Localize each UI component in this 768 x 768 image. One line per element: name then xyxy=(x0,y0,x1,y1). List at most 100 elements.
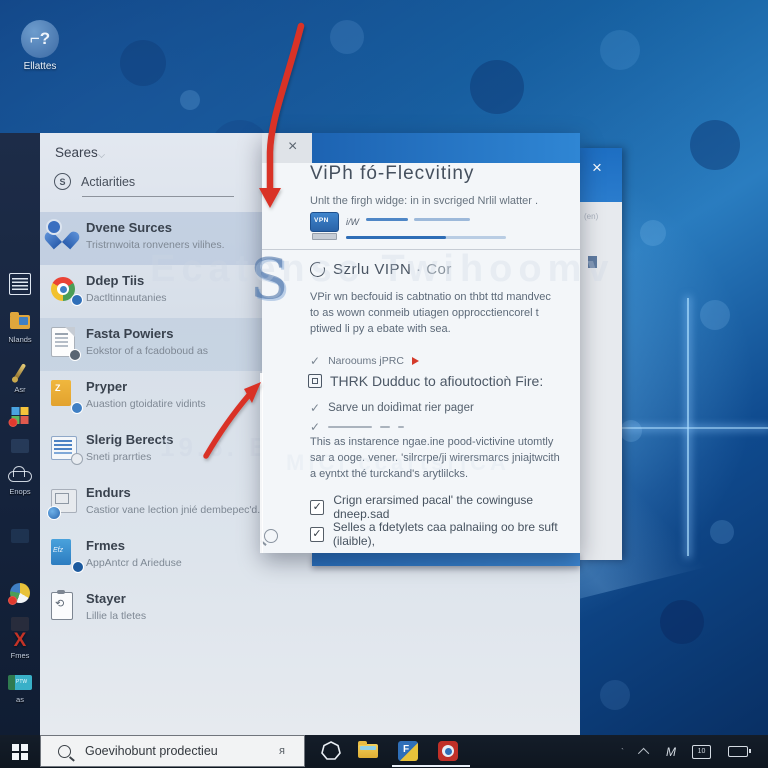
faint-dash xyxy=(398,426,404,428)
faint-dash xyxy=(380,426,390,428)
badge-icon xyxy=(72,561,84,573)
vpn-dash xyxy=(414,218,470,221)
notification-badge xyxy=(8,596,17,605)
background-window: × (en) xyxy=(580,148,622,560)
bokeh-particle xyxy=(120,40,166,86)
check-row: ✓ Narooums jPRC xyxy=(310,354,419,368)
strip-label-nlands: Nlands xyxy=(0,335,40,344)
checkbox-checked-icon[interactable]: ✓ xyxy=(310,500,324,515)
list-item-subtitle: Dactltinnautanies xyxy=(86,292,167,304)
left-icon-strip: Nlands Asr Enops X Fmes as xyxy=(0,133,40,735)
red-x-icon[interactable]: X xyxy=(14,631,27,650)
badge-icon xyxy=(71,453,83,465)
strip-label-enops: Enops xyxy=(0,487,40,496)
vpn-monitor-base-icon xyxy=(312,233,337,240)
keyboard-indicator-icon[interactable]: 10 xyxy=(692,745,711,759)
cortana-ring-icon[interactable] xyxy=(320,740,342,762)
system-tray: ` M 10 xyxy=(621,735,748,768)
start-button[interactable] xyxy=(0,735,40,768)
vpn-label: i/W xyxy=(346,217,359,227)
list-item-title: Stayer xyxy=(86,591,126,606)
list-item-title: Pryper xyxy=(86,379,127,394)
search-input[interactable] xyxy=(83,743,277,759)
activities-row[interactable]: S Actiarities xyxy=(54,173,135,190)
search-icon[interactable] xyxy=(264,529,278,543)
cloud-icon[interactable] xyxy=(8,471,32,482)
list-lines-icon xyxy=(51,433,81,465)
bokeh-particle xyxy=(640,220,666,246)
media-card-icon[interactable] xyxy=(8,675,32,690)
dialog-edge-highlight xyxy=(260,373,263,553)
browser-circle-icon[interactable] xyxy=(10,583,30,603)
list-item-title: Slerig Berects xyxy=(86,432,173,447)
panel-title: Seares xyxy=(55,145,98,160)
tray-tick-icon[interactable]: ` xyxy=(621,747,624,757)
faint-app-icon[interactable] xyxy=(11,529,29,543)
folder-icon[interactable] xyxy=(10,315,30,329)
network-icon[interactable]: M xyxy=(666,745,675,759)
list-item-title: Dvene Surces xyxy=(86,220,172,235)
shield-badge-icon xyxy=(71,294,83,306)
faint-app-icon[interactable] xyxy=(11,617,29,631)
brush-icon[interactable] xyxy=(18,363,22,380)
chevron-down-icon[interactable] xyxy=(98,151,105,158)
bokeh-particle xyxy=(470,60,524,114)
bokeh-particle xyxy=(600,30,640,70)
browser-app-icon[interactable] xyxy=(438,741,460,763)
chrome-icon xyxy=(51,274,81,306)
dialog-titlebar-left xyxy=(262,133,312,163)
decorative-s-ornament: S xyxy=(250,247,288,312)
bokeh-particle xyxy=(660,600,704,644)
checkbox-checked-icon[interactable]: ✓ xyxy=(310,527,324,542)
checkbox-row[interactable]: ✓ Crign erarsimed pacal' the cowinguse d… xyxy=(310,493,580,521)
list-item-title: Endurs xyxy=(86,485,131,500)
app-icon-blue-yellow[interactable] xyxy=(398,741,420,763)
strip-label-asr: Asr xyxy=(0,385,40,394)
dialog-title: ViPh fó-Flecvitiny xyxy=(310,163,474,185)
activities-label: Actiarities xyxy=(81,175,135,189)
checkbox-row[interactable]: ✓ Selles a fdetylets caa palnaiing oo br… xyxy=(310,520,580,548)
close-icon[interactable]: × xyxy=(592,158,602,178)
list-item-title: Fasta Powiers xyxy=(86,326,173,341)
check-icon: ✓ xyxy=(310,354,320,368)
badge-icon xyxy=(71,402,83,414)
boxed-icon xyxy=(308,374,322,388)
vpn-monitor-icon: VPN xyxy=(310,212,339,232)
file-explorer-icon[interactable] xyxy=(358,740,380,762)
list-item-subtitle: Castior vane lection jnié dembepec'd. xyxy=(86,504,260,516)
pen-icon: я xyxy=(279,745,285,757)
strip-label-fmes: Fmes xyxy=(0,651,40,660)
chevron-up-icon[interactable] xyxy=(638,747,649,758)
desktop: ⌐? Ellattes Nlands Asr Enops X Fmes as xyxy=(0,0,768,768)
checkbox-label: Crign erarsimed pacal' the cowinguse dne… xyxy=(333,493,580,521)
list-item-subtitle: Auastion gtoidatire vidints xyxy=(86,398,206,410)
background-window-bottom-bar xyxy=(312,553,580,566)
desktop-shortcut-ellattes[interactable]: ⌐? Ellattes xyxy=(10,20,70,72)
checkbox-label: Selles a fdetylets caa palnaiing oo bre … xyxy=(333,520,580,548)
faint-app-icon[interactable] xyxy=(11,439,29,453)
list-item[interactable]: Stayer Lillie la tletes xyxy=(40,583,580,636)
list-item-subtitle: Tristrnwoita ronveners vilihes. xyxy=(86,239,225,251)
taskbar-search[interactable]: я xyxy=(40,735,305,767)
faint-dash xyxy=(328,426,372,428)
check-label: Narooums jPRC xyxy=(328,355,404,367)
background-window-label: (en) xyxy=(584,212,598,221)
power-clock-icon xyxy=(310,262,325,277)
blue-file-icon xyxy=(51,539,81,571)
notification-badge xyxy=(9,418,18,427)
section-header: Szrlu VIPN · Cor xyxy=(310,261,452,278)
list-item-subtitle: Sneti prarrties xyxy=(86,451,151,463)
person-icon xyxy=(588,256,597,268)
battery-icon[interactable] xyxy=(728,746,748,757)
check-icon: ✓ xyxy=(310,420,320,434)
list-item-subtitle: Lillie la tletes xyxy=(86,610,146,622)
grid-icon[interactable] xyxy=(9,273,31,295)
windows-squares-icon[interactable] xyxy=(12,407,29,424)
window-icon xyxy=(51,486,81,518)
red-arrow-icon[interactable] xyxy=(412,357,419,365)
dialog-paragraph: VPir wn becfouid is cabtnatio on thbt tt… xyxy=(310,290,562,338)
check-label: Sarve un doidìmat rier pager xyxy=(328,402,474,414)
close-icon[interactable]: × xyxy=(288,138,297,156)
divider xyxy=(262,249,580,250)
clipboard-icon xyxy=(51,592,81,624)
